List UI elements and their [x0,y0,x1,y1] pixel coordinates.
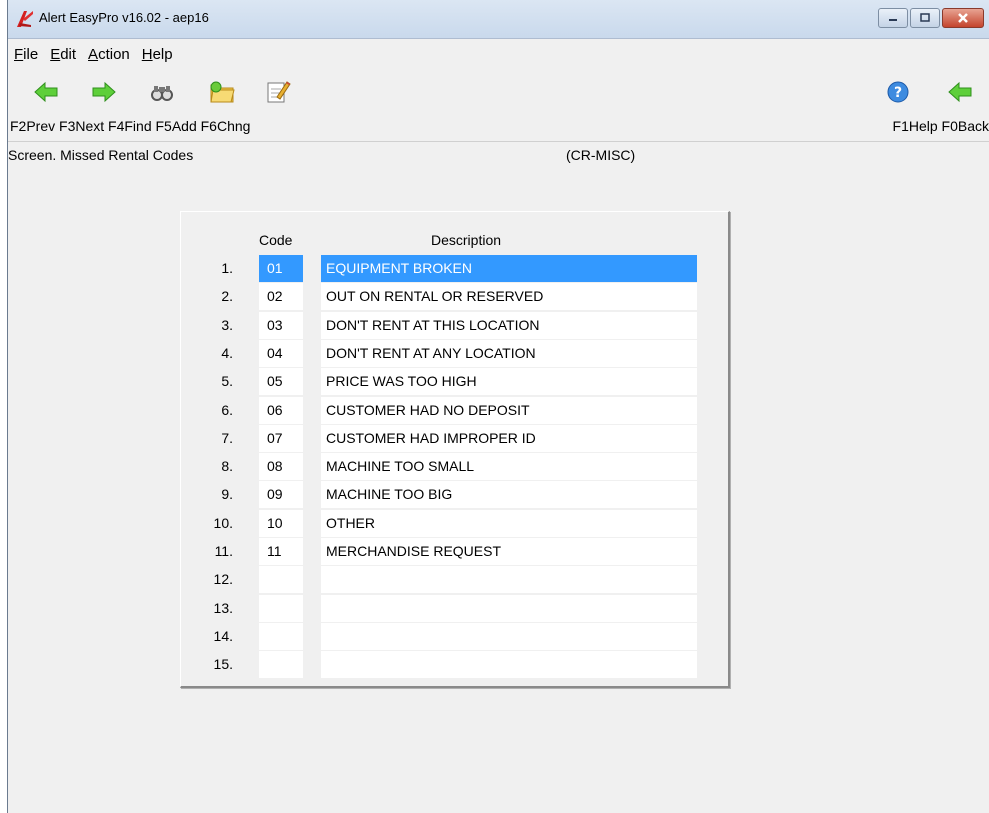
screen-title: Screen. Missed Rental Codes [8,147,194,163]
table-row[interactable]: 4. 04 DON'T RENT AT ANY LOCATION [181,339,729,368]
code-field[interactable] [259,566,303,594]
menu-action[interactable]: Action [82,44,136,68]
code-field[interactable] [259,622,303,650]
table-row[interactable]: 14. [181,622,729,651]
description-field[interactable]: MERCHANDISE REQUEST [321,538,697,565]
row-number: 11. [214,543,233,559]
code-field[interactable]: 05 [259,368,303,396]
row-number: 14. [213,627,233,644]
row-number: 13. [213,599,233,616]
code-field[interactable]: 01 [259,255,303,282]
description-field[interactable] [321,622,697,650]
row-number: 9. [221,486,233,503]
description-field[interactable]: OTHER [321,509,697,537]
find-button[interactable] [148,78,176,106]
function-keys-left: F2Prev F3Next F4Find F5Add F6Chng [10,118,251,134]
prev-button[interactable] [32,78,60,106]
app-logo-icon [17,11,33,27]
description-field[interactable]: CUSTOMER HAD NO DEPOSIT [321,396,697,424]
code-field[interactable]: 06 [259,396,303,424]
column-header-code: Code [259,232,293,248]
maximize-icon [920,13,930,22]
back-button[interactable] [946,78,974,106]
arrow-right-icon [92,81,116,103]
close-button[interactable] [942,8,984,28]
table-row[interactable]: 8. 08 MACHINE TOO SMALL [181,453,729,481]
folder-add-icon [210,81,235,103]
code-field[interactable] [259,651,303,679]
description-field[interactable]: EQUIPMENT BROKEN [321,255,697,282]
code-field[interactable]: 07 [259,424,303,452]
title-bar[interactable]: Alert EasyPro v16.02 - aep16 [8,0,989,39]
function-keys-right: F1Help F0Back [892,118,989,134]
minimize-icon [889,19,897,21]
table-row[interactable]: 13. [181,594,729,623]
table-row[interactable]: 10. 10 OTHER [181,509,729,538]
binoculars-icon [151,86,173,101]
code-field[interactable]: 09 [259,481,303,509]
help-button[interactable]: ? [884,78,912,106]
close-icon [958,13,968,23]
code-field[interactable]: 10 [259,509,303,537]
description-field[interactable]: MACHINE TOO SMALL [321,453,697,481]
screen-code: (CR-MISC) [566,147,636,163]
table-row[interactable]: 7. 07 CUSTOMER HAD IMPROPER ID [181,424,729,453]
row-number: 2. [221,288,233,305]
toolbar: ? [8,74,989,112]
description-field[interactable]: MACHINE TOO BIG [321,481,697,509]
menu-bar: File Edit Action Help [8,44,179,68]
row-number: 4. [221,344,233,361]
add-button[interactable] [208,78,236,106]
description-field[interactable] [321,651,697,679]
window-title: Alert EasyPro v16.02 - aep16 [39,10,209,25]
maximize-button[interactable] [910,8,940,28]
description-field[interactable] [321,566,697,594]
divider [8,141,989,142]
description-field[interactable]: DON'T RENT AT THIS LOCATION [321,311,697,339]
code-field[interactable]: 11 [259,538,303,565]
help-icon: ? [887,81,909,103]
column-header-description: Description [431,232,502,248]
description-field[interactable]: PRICE WAS TOO HIGH [321,368,697,396]
code-field[interactable]: 02 [259,283,303,311]
table-row[interactable]: 2. 02 OUT ON RENTAL OR RESERVED [181,283,729,311]
row-number: 15. [213,656,233,673]
description-field[interactable]: OUT ON RENTAL OR RESERVED [321,283,697,311]
description-field[interactable]: CUSTOMER HAD IMPROPER ID [321,424,697,452]
back-arrow-icon [948,81,972,103]
description-field[interactable] [321,594,697,622]
codes-panel: Code Description 1. 01 EQUIPMENT BROKEN 2. 0… [180,211,730,688]
code-field[interactable]: 04 [259,339,303,367]
row-number: 7. [221,429,233,446]
table-row[interactable]: 5. 05 PRICE WAS TOO HIGH [181,368,729,396]
arrow-left-icon [34,81,58,103]
row-number: 6. [221,401,233,418]
row-number: 12. [213,571,233,588]
notepad-edit-icon [267,81,291,103]
row-number: 1. [221,260,233,276]
menu-file[interactable]: File [8,44,44,68]
row-number: 3. [221,316,233,333]
change-button[interactable] [264,78,292,106]
table-row[interactable]: 3. 03 DON'T RENT AT THIS LOCATION [181,311,729,340]
row-number: 10. [213,514,233,531]
description-field[interactable]: DON'T RENT AT ANY LOCATION [321,339,697,367]
minimize-button[interactable] [878,8,908,28]
table-row[interactable]: 9. 09 MACHINE TOO BIG [181,481,729,509]
next-button[interactable] [90,78,118,106]
code-field[interactable]: 08 [259,453,303,481]
table-row[interactable]: 12. [181,566,729,594]
menu-edit[interactable]: Edit [44,44,82,68]
table-row[interactable]: 6. 06 CUSTOMER HAD NO DEPOSIT [181,396,729,425]
table-row[interactable]: 11. 11 MERCHANDISE REQUEST [181,538,729,566]
code-field[interactable] [259,594,303,622]
table-row[interactable]: 15. [181,651,729,679]
svg-text:?: ? [894,85,902,101]
menu-help[interactable]: Help [136,44,179,68]
code-field[interactable]: 03 [259,311,303,339]
app-window: Alert EasyPro v16.02 - aep16 File Edit A… [7,0,989,813]
table-row[interactable]: 1. 01 EQUIPMENT BROKEN [181,255,729,283]
row-number: 8. [221,458,233,475]
row-number: 5. [221,373,233,390]
